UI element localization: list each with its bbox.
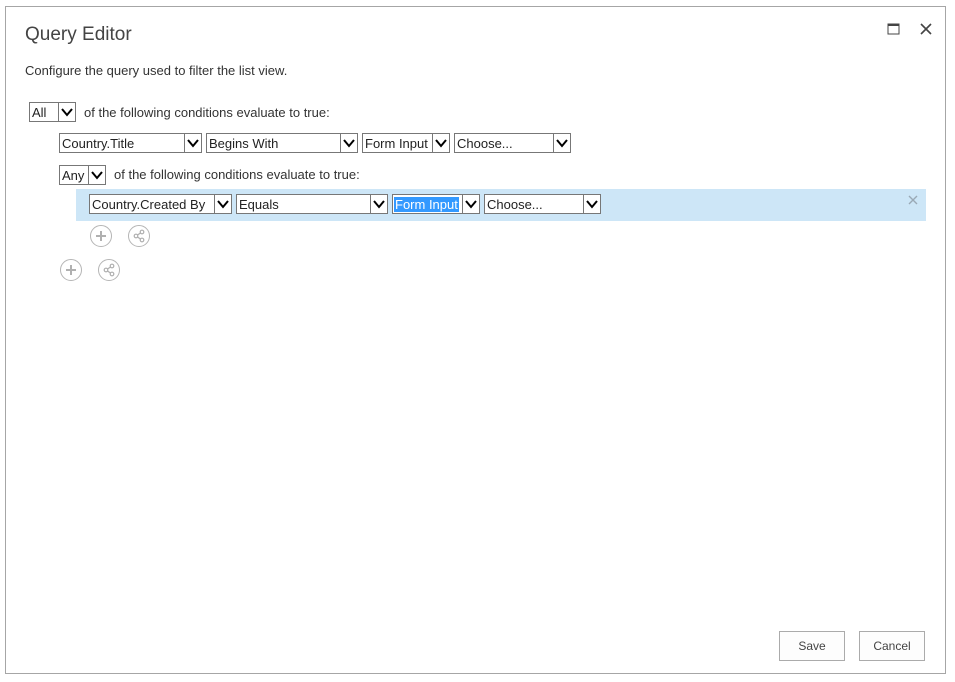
- cancel-button[interactable]: Cancel: [859, 631, 925, 661]
- dropdown-arrow: [184, 134, 201, 152]
- chevron-down-icon: [465, 200, 477, 209]
- nested-group-mode-value: Any: [62, 168, 85, 183]
- chevron-down-icon: [217, 200, 229, 209]
- root-condition-field-select[interactable]: Country.Title: [59, 133, 202, 153]
- query-editor-dialog: Query Editor Configure the query used to…: [5, 6, 946, 674]
- root-condition-value-select[interactable]: Choose...: [454, 133, 571, 153]
- close-icon: [908, 195, 918, 205]
- chevron-down-icon: [343, 139, 355, 148]
- root-condition-operator-value: Begins With: [209, 136, 279, 151]
- nested-condition-source-value: Form Input: [394, 197, 459, 212]
- nested-add-condition-button[interactable]: [90, 225, 112, 247]
- dropdown-arrow: [583, 195, 600, 213]
- nested-condition-operator-select[interactable]: Equals: [236, 194, 388, 214]
- dialog-description: Configure the query used to filter the l…: [25, 63, 288, 78]
- root-condition-value-value: Choose...: [457, 136, 513, 151]
- root-condition-operator-select[interactable]: Begins With: [206, 133, 358, 153]
- chevron-down-icon: [556, 139, 568, 148]
- root-group-mode-value: All: [32, 105, 47, 120]
- nested-condition-operator-value: Equals: [239, 197, 279, 212]
- maximize-button[interactable]: [884, 19, 904, 39]
- root-condition-source-value: Form Input: [365, 136, 428, 151]
- share-icon: [103, 263, 115, 277]
- share-icon: [133, 229, 145, 243]
- dropdown-arrow: [58, 103, 75, 121]
- nested-condition-value-select[interactable]: Choose...: [484, 194, 601, 214]
- nested-condition-value-value: Choose...: [487, 197, 543, 212]
- maximize-icon: [887, 23, 900, 35]
- dropdown-arrow: [462, 195, 479, 213]
- nested-condition-field-value: Country.Created By: [92, 197, 206, 212]
- plus-icon: [96, 231, 106, 241]
- nested-group-mode-select[interactable]: Any: [59, 165, 106, 185]
- chevron-down-icon: [435, 139, 447, 148]
- root-add-condition-button[interactable]: [60, 259, 82, 281]
- root-condition-source-select[interactable]: Form Input: [362, 133, 450, 153]
- root-group-label: of the following conditions evaluate to …: [84, 105, 330, 120]
- dropdown-arrow: [88, 166, 105, 184]
- nested-group-label: of the following conditions evaluate to …: [114, 167, 360, 182]
- plus-icon: [66, 265, 76, 275]
- nested-condition-field-select[interactable]: Country.Created By: [89, 194, 232, 214]
- root-condition-field-value: Country.Title: [62, 136, 135, 151]
- chevron-down-icon: [586, 200, 598, 209]
- chevron-down-icon: [373, 200, 385, 209]
- dropdown-arrow: [214, 195, 231, 213]
- dropdown-arrow: [370, 195, 387, 213]
- nested-condition-source-select[interactable]: Form Input: [392, 194, 480, 214]
- nested-add-group-button[interactable]: [128, 225, 150, 247]
- root-add-group-button[interactable]: [98, 259, 120, 281]
- remove-condition-button[interactable]: [906, 193, 920, 207]
- chevron-down-icon: [91, 171, 103, 180]
- dropdown-arrow: [340, 134, 357, 152]
- close-button[interactable]: [916, 19, 936, 39]
- dialog-title: Query Editor: [25, 24, 132, 45]
- dropdown-arrow: [432, 134, 449, 152]
- chevron-down-icon: [187, 139, 199, 148]
- root-group-mode-select[interactable]: All: [29, 102, 76, 122]
- dropdown-arrow: [553, 134, 570, 152]
- save-button[interactable]: Save: [779, 631, 845, 661]
- close-icon: [920, 23, 932, 35]
- chevron-down-icon: [61, 108, 73, 117]
